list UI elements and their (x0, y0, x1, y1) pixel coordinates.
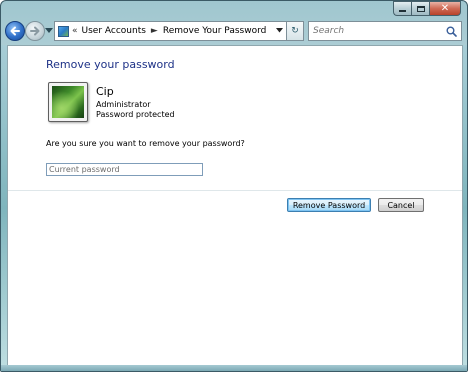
content-pane: Remove your password Cip Administrator P… (7, 45, 463, 367)
navigation-bar: « User Accounts ► Remove Your Password ↻ (1, 17, 467, 45)
control-panel-icon (58, 25, 69, 37)
close-button[interactable]: ✕ (429, 1, 461, 16)
user-avatar (48, 82, 88, 122)
user-account-type: Administrator (96, 100, 151, 109)
back-button[interactable] (5, 21, 25, 41)
refresh-icon: ↻ (291, 26, 299, 36)
confirmation-question: Are you sure you want to remove your pas… (46, 139, 245, 148)
maximize-icon (416, 5, 425, 12)
leaf-picture-icon (52, 86, 84, 118)
minimize-button[interactable] (393, 1, 411, 16)
breadcrumb-user-accounts[interactable]: User Accounts (82, 26, 146, 36)
page-title: Remove your password (46, 58, 175, 71)
refresh-button[interactable]: ↻ (287, 21, 304, 41)
title-bar: ✕ (1, 1, 467, 17)
address-dropdown-icon[interactable] (276, 28, 283, 33)
user-password-status: Password protected (96, 110, 175, 119)
address-overflow-chevron[interactable]: « (72, 26, 78, 36)
user-name: Cip (96, 85, 114, 98)
breadcrumb-remove-your-password[interactable]: Remove Your Password (163, 26, 267, 36)
search-box[interactable] (308, 21, 462, 41)
arrow-left-icon (10, 26, 20, 36)
cancel-button[interactable]: Cancel (378, 198, 424, 212)
address-bar[interactable]: « User Accounts ► Remove Your Password (54, 21, 287, 41)
close-icon: ✕ (440, 3, 450, 14)
window-frame-bottom (1, 365, 467, 371)
divider (8, 190, 462, 191)
caption-buttons: ✕ (393, 1, 461, 16)
search-icon[interactable] (446, 26, 457, 37)
forward-button[interactable] (25, 21, 45, 41)
minimize-icon (399, 10, 406, 12)
breadcrumb-separator-icon[interactable]: ► (151, 26, 158, 36)
arrow-right-icon (30, 26, 40, 36)
recent-pages-dropdown-icon[interactable] (45, 28, 53, 34)
remove-password-button[interactable]: Remove Password (287, 198, 371, 212)
search-input[interactable] (313, 26, 441, 36)
control-panel-window: ✕ « User Accounts ► Remove Your Password (0, 0, 468, 372)
current-password-field[interactable] (46, 163, 203, 176)
maximize-button[interactable] (411, 1, 429, 16)
